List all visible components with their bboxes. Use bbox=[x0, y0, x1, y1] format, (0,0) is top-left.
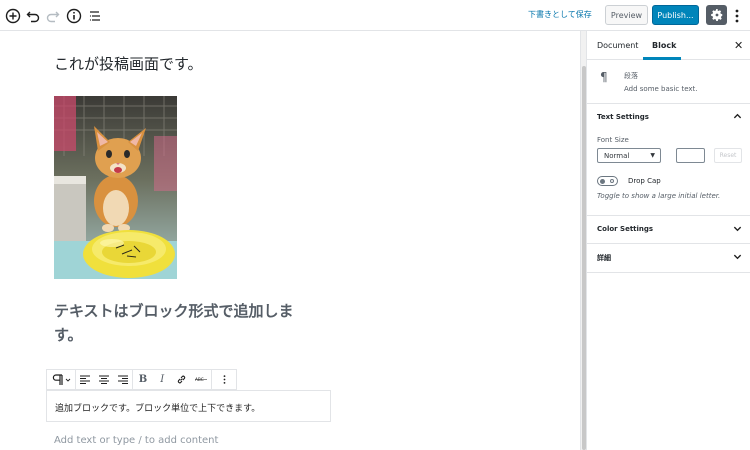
add-block-icon[interactable] bbox=[4, 7, 21, 24]
italic-icon[interactable]: I bbox=[153, 370, 172, 389]
paragraph-icon[interactable] bbox=[47, 370, 75, 389]
sidebar-tabs: Document Block ✕ bbox=[587, 31, 750, 60]
font-size-label: Font Size bbox=[597, 136, 629, 144]
toggle-off-indicator bbox=[610, 178, 614, 183]
divider bbox=[587, 215, 750, 216]
gear-icon bbox=[710, 9, 722, 21]
drop-cap-toggle[interactable] bbox=[597, 176, 618, 186]
publish-button[interactable]: Publish... bbox=[652, 5, 699, 25]
block-description: Add some basic text. bbox=[624, 85, 698, 93]
tab-block[interactable]: Block bbox=[652, 41, 676, 50]
more-options-icon[interactable] bbox=[212, 370, 236, 389]
paragraph-icon: ¶ bbox=[600, 70, 608, 84]
color-settings-title[interactable]: Color Settings bbox=[597, 225, 653, 233]
strikethrough-icon[interactable]: ABC bbox=[190, 370, 211, 389]
chevron-down-icon[interactable] bbox=[733, 252, 742, 261]
block-name: 段落 bbox=[624, 72, 638, 80]
align-center-icon[interactable] bbox=[94, 370, 113, 389]
close-icon[interactable]: ✕ bbox=[734, 39, 743, 52]
block-toolbar: B I ABC bbox=[46, 369, 237, 390]
editor-header: 下書きとして保存 Preview Publish... bbox=[0, 0, 750, 31]
chevron-down-icon: ▼ bbox=[650, 152, 655, 159]
chevron-up-icon[interactable] bbox=[733, 112, 742, 121]
align-left-icon[interactable] bbox=[76, 370, 95, 389]
kitten-photo[interactable] bbox=[54, 96, 177, 279]
heading-block[interactable]: テキストはブロック形式で追加します。 bbox=[54, 299, 314, 347]
drop-cap-label: Drop Cap bbox=[628, 177, 661, 185]
preview-button[interactable]: Preview bbox=[605, 5, 648, 25]
tab-document[interactable]: Document bbox=[597, 41, 638, 50]
paragraph-text[interactable]: 追加ブロックです。ブロック単位で上下できます。 bbox=[55, 401, 260, 414]
info-icon[interactable] bbox=[65, 7, 82, 24]
reset-button[interactable]: Reset bbox=[714, 148, 742, 163]
font-size-select[interactable]: Normal ▼ bbox=[597, 148, 661, 163]
paragraph-block[interactable]: 追加ブロックです。ブロック単位で上下できます。 bbox=[46, 390, 331, 422]
svg-text:ABC: ABC bbox=[195, 377, 204, 383]
advanced-title[interactable]: 詳細 bbox=[597, 253, 611, 263]
redo-icon[interactable] bbox=[44, 7, 61, 24]
settings-sidebar: Document Block ✕ ¶ 段落 Add some basic tex… bbox=[586, 31, 750, 450]
divider bbox=[587, 272, 750, 273]
block-navigation-icon[interactable] bbox=[86, 7, 103, 24]
bold-icon[interactable]: B bbox=[133, 370, 153, 389]
undo-icon[interactable] bbox=[24, 7, 41, 24]
custom-font-size-input[interactable] bbox=[676, 148, 705, 163]
link-icon[interactable] bbox=[172, 370, 191, 389]
chevron-down-icon[interactable] bbox=[733, 224, 742, 233]
text-settings-title[interactable]: Text Settings bbox=[597, 113, 649, 121]
editor-canvas: これが投稿画面です。 テキストはブロック形式で追加します。 B I ABC 追加… bbox=[0, 31, 578, 450]
add-content-placeholder[interactable]: Add text or type / to add content bbox=[54, 435, 218, 446]
more-menu-icon[interactable] bbox=[731, 7, 743, 24]
font-size-value: Normal bbox=[604, 152, 630, 160]
divider bbox=[587, 243, 750, 244]
settings-button[interactable] bbox=[706, 5, 727, 25]
toggle-knob bbox=[600, 178, 605, 184]
align-right-icon[interactable] bbox=[113, 370, 132, 389]
drop-cap-help: Toggle to show a large initial letter. bbox=[597, 192, 721, 200]
save-draft-link[interactable]: 下書きとして保存 bbox=[528, 9, 592, 20]
post-title[interactable]: これが投稿画面です。 bbox=[54, 53, 203, 74]
block-card: ¶ 段落 Add some basic text. bbox=[587, 60, 750, 104]
